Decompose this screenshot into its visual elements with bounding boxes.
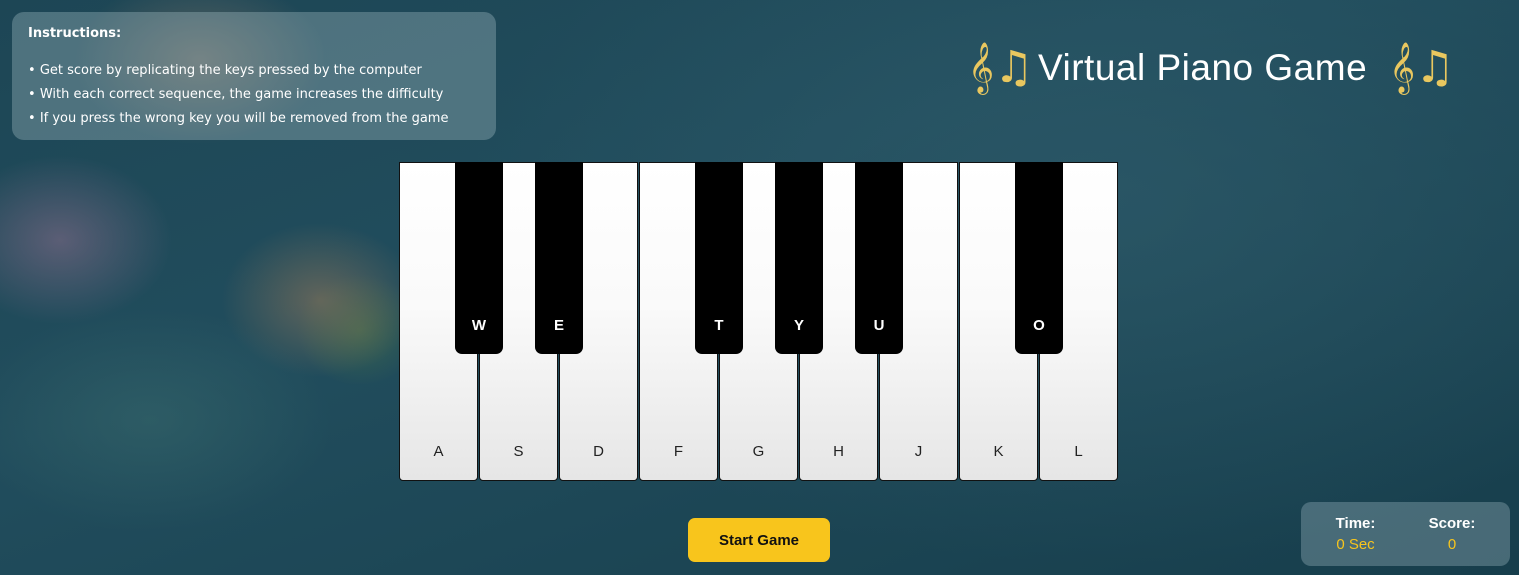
key-label: W	[471, 317, 487, 334]
instructions-panel: Instructions: Get score by replicating t…	[12, 12, 496, 140]
key-label: G	[752, 443, 765, 460]
key-label: T	[714, 317, 724, 334]
piano-key-o[interactable]: O	[1015, 162, 1063, 354]
key-label: E	[553, 317, 564, 334]
music-notes-icon: 𝄞♫	[1389, 42, 1455, 93]
key-label: O	[1033, 317, 1045, 334]
piano-key-y[interactable]: Y	[775, 162, 823, 354]
score-stat: Score: 0	[1429, 515, 1476, 553]
time-stat: Time: 0 Sec	[1336, 515, 1376, 553]
key-label: J	[914, 443, 923, 460]
key-label: S	[513, 443, 524, 460]
piano-key-e[interactable]: E	[535, 162, 583, 354]
music-notes-icon: 𝄞♫	[968, 42, 1034, 93]
key-label: L	[1074, 443, 1083, 460]
time-label: Time:	[1335, 515, 1376, 532]
key-label: F	[673, 443, 684, 460]
instructions-list: Get score by replicating the keys presse…	[28, 59, 480, 131]
time-value: 0 Sec	[1336, 536, 1375, 553]
stats-panel: Time: 0 Sec Score: 0	[1301, 502, 1510, 566]
score-value: 0	[1447, 536, 1457, 553]
piano-key-w[interactable]: W	[455, 162, 503, 354]
key-label: Y	[793, 317, 804, 334]
key-label: A	[433, 443, 444, 460]
page-title: Virtual Piano Game	[1038, 47, 1368, 88]
piano-key-t[interactable]: T	[695, 162, 743, 354]
piano-keyboard: A S D F G H J K L W E T Y U O	[399, 162, 1119, 482]
key-label: K	[993, 443, 1004, 460]
instruction-item: If you press the wrong key you will be r…	[28, 107, 480, 131]
instructions-heading: Instructions:	[28, 26, 122, 41]
key-label: D	[593, 443, 604, 460]
start-game-button[interactable]: Start Game	[688, 518, 830, 562]
key-label: H	[833, 443, 844, 460]
header: 𝄞♫ Virtual Piano Game 𝄞♫	[968, 38, 1468, 98]
instruction-item: With each correct sequence, the game inc…	[28, 83, 480, 107]
key-label: U	[873, 317, 885, 334]
piano-key-u[interactable]: U	[855, 162, 903, 354]
score-label: Score:	[1428, 515, 1476, 532]
instruction-item: Get score by replicating the keys presse…	[28, 59, 480, 83]
